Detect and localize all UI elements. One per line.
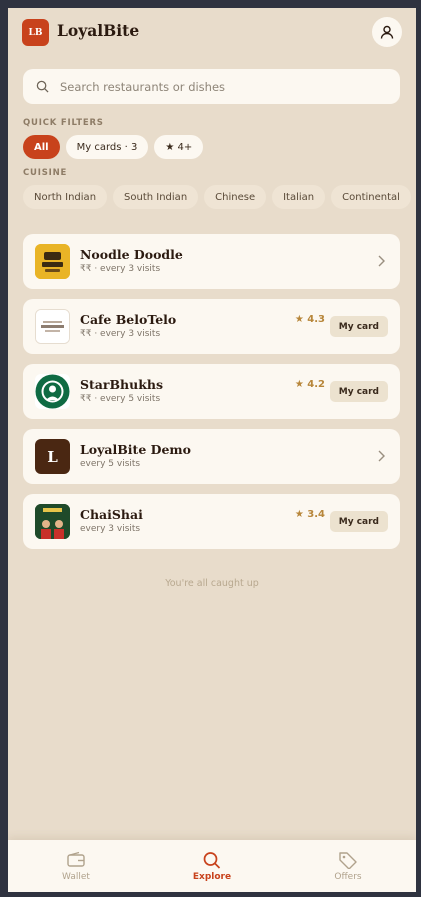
restaurant-name: StarBhukhs <box>80 377 164 392</box>
restaurant-card-cafe-belotelo[interactable]: Cafe BeloTelo ₹₹ · every 3 visits ★ 4.3 … <box>23 299 400 354</box>
restaurant-logo <box>35 309 70 344</box>
my-card-button[interactable]: My card <box>329 381 388 402</box>
restaurant-logo <box>35 244 70 279</box>
restaurant-name: Cafe BeloTelo <box>80 312 177 327</box>
restaurant-card-chaishai[interactable]: ChaiShai every 3 visits ★ 3.4 My card <box>23 494 400 549</box>
chevron-right-icon <box>378 255 385 267</box>
restaurant-card-starbhukhs[interactable]: StarBhukhs ₹₹ · every 5 visits ★ 4.2 My … <box>23 364 400 419</box>
nav-wallet[interactable]: Wallet <box>8 840 144 892</box>
cafe-logo-image <box>36 310 69 343</box>
cuisine-chip-chinese[interactable]: Chinese <box>204 185 267 209</box>
restaurant-list: Noodle Doodle ₹₹ · every 3 visits Cafe B… <box>23 234 400 559</box>
user-icon <box>380 25 394 39</box>
nav-explore[interactable]: Explore <box>144 840 280 892</box>
search-input[interactable]: Search restaurants or dishes <box>23 69 400 104</box>
search-icon <box>36 80 49 93</box>
restaurant-details: ₹₹ · every 3 visits <box>80 264 161 274</box>
restaurant-details: every 3 visits <box>80 524 141 534</box>
restaurant-details: ₹₹ · every 3 visits <box>80 329 161 339</box>
brand-name: LoyalBite <box>57 21 140 40</box>
nav-explore-label: Explore <box>192 872 232 882</box>
my-card-button[interactable]: My card <box>329 511 388 532</box>
nav-offers-label: Offers <box>334 872 362 882</box>
chevron-right-icon <box>378 450 385 462</box>
restaurant-name: LoyalBite Demo <box>80 442 191 457</box>
starbhukhs-logo-image <box>35 374 70 409</box>
nav-offers[interactable]: Offers <box>280 840 416 892</box>
restaurant-logo <box>35 374 70 409</box>
filter-chip-all[interactable]: All <box>23 135 60 159</box>
my-card-button[interactable]: My card <box>329 316 388 337</box>
cuisine-chip-south-indian[interactable]: South Indian <box>113 185 199 209</box>
chaishai-logo-image <box>35 504 70 539</box>
cuisine-chips: North Indian South Indian Chinese Italia… <box>23 185 411 209</box>
app-screen: LB LoyalBite Search restaurants or dishe… <box>8 8 416 892</box>
tag-icon <box>339 852 357 869</box>
rating-badge: ★ 4.3 <box>294 314 325 325</box>
search-placeholder: Search restaurants or dishes <box>60 79 226 94</box>
quick-filter-chips: All My cards · 3 ★ 4+ <box>23 135 204 159</box>
wallet-icon <box>67 851 85 867</box>
cuisine-label: CUISINE <box>23 168 68 178</box>
restaurant-card-loyalbite-demo[interactable]: L LoyalBite Demo every 5 visits <box>23 429 400 484</box>
restaurant-name: Noodle Doodle <box>80 247 183 262</box>
restaurant-details: ₹₹ · every 5 visits <box>80 394 161 404</box>
app-logo: LB <box>22 19 49 46</box>
end-of-list-message: You're all caught up <box>165 578 259 589</box>
filter-chip-rating[interactable]: ★ 4+ <box>154 135 204 159</box>
cuisine-chip-north-indian[interactable]: North Indian <box>23 185 108 209</box>
noodle-logo-image <box>35 244 70 279</box>
profile-button[interactable] <box>372 17 402 47</box>
cuisine-chip-italian[interactable]: Italian <box>272 185 326 209</box>
bottom-navigation: Wallet Explore Offers <box>8 840 416 892</box>
restaurant-logo <box>35 504 70 539</box>
restaurant-name: ChaiShai <box>80 507 143 522</box>
rating-badge: ★ 4.2 <box>294 379 325 390</box>
rating-badge: ★ 3.4 <box>294 509 325 520</box>
search-icon <box>203 852 221 869</box>
quick-filters-label: QUICK FILTERS <box>23 118 104 128</box>
restaurant-details: every 5 visits <box>80 459 141 469</box>
app-header: LB LoyalBite <box>22 17 402 47</box>
restaurant-initial-avatar: L <box>35 439 70 474</box>
filter-chip-my-cards[interactable]: My cards · 3 <box>65 135 149 159</box>
cuisine-chip-continental[interactable]: Continental <box>331 185 411 209</box>
nav-wallet-label: Wallet <box>62 872 90 882</box>
restaurant-card-noodle-doodle[interactable]: Noodle Doodle ₹₹ · every 3 visits <box>23 234 400 289</box>
